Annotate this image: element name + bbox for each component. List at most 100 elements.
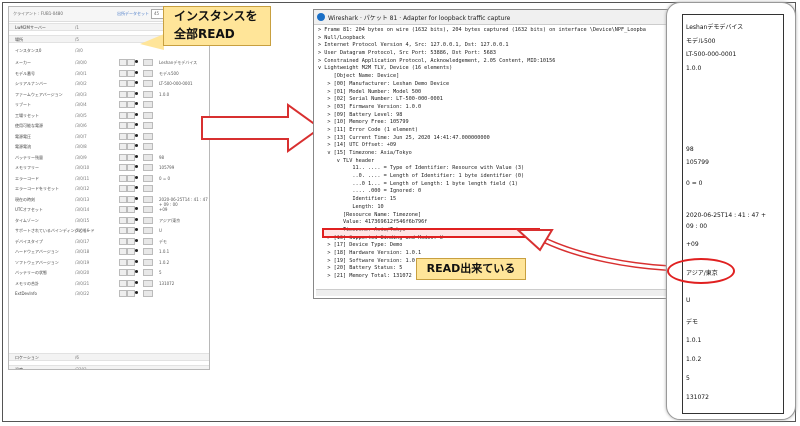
packet-detail-line[interactable]: ..0. .... = Length of Identifier: 1 byte… [318,173,684,181]
action-button[interactable] [143,258,153,266]
action-button[interactable] [127,237,135,245]
action-button[interactable] [143,69,153,77]
action-button[interactable] [119,248,127,255]
action-button[interactable] [119,174,127,182]
packet-detail-line[interactable]: > [00] Manufacturer: Leshan Demo Device [318,81,684,89]
action-button[interactable] [119,206,127,213]
action-button[interactable] [127,132,135,140]
action-button[interactable] [119,69,127,77]
action-button[interactable] [127,101,135,108]
packet-detail-line[interactable]: Value: 417369612f546f6b796f [318,219,684,227]
packet-detail-line[interactable]: > Frame 81: 204 bytes on wire (1632 bits… [318,27,684,35]
action-button[interactable] [119,237,127,245]
packet-detail-line[interactable]: > Constrained Application Protocol, Ackn… [318,58,684,66]
packet-detail-line[interactable]: [Resource Name: Timezone] [318,212,684,220]
action-button[interactable] [143,59,153,66]
action-button[interactable] [127,269,135,276]
object-section[interactable]: 温度/3303 [9,365,209,369]
action-button[interactable] [143,80,153,87]
action-button[interactable] [143,195,153,203]
action-button[interactable] [119,90,127,98]
dataset-link[interactable]: 出所データセット [117,11,149,17]
action-button[interactable] [143,269,153,276]
packet-detail-line[interactable]: > [02] Serial Number: LT-500-000-0001 [318,96,684,104]
action-button[interactable] [143,143,153,150]
action-button[interactable] [143,206,153,213]
action-button[interactable] [127,90,135,98]
action-button[interactable] [143,111,153,119]
action-button[interactable] [119,80,127,87]
read-value: モデル500 [686,38,716,45]
action-button[interactable] [143,290,153,297]
action-button[interactable] [127,143,135,150]
action-button[interactable] [119,59,127,66]
action-button[interactable] [119,111,127,119]
packet-detail-line[interactable]: > [11] Error Code (1 element) [318,127,684,135]
action-button[interactable] [119,164,127,171]
action-button[interactable] [119,290,127,297]
action-button[interactable] [143,279,153,287]
action-button[interactable] [119,101,127,108]
packet-detail-line[interactable]: > [09] Battery Level: 98 [318,112,684,120]
action-button[interactable] [127,227,135,234]
action-button[interactable] [127,248,135,255]
packet-detail-line[interactable]: > Internet Protocol Version 4, Src: 127.… [318,42,684,50]
action-button[interactable] [127,216,135,224]
object-section[interactable]: ロケーション/6 [9,353,209,361]
packet-detail-line[interactable]: > Null/Loopback [318,35,684,43]
action-button[interactable] [127,153,135,161]
action-button[interactable] [119,122,127,129]
action-button[interactable] [143,227,153,234]
packet-detail-line[interactable]: Length: 10 [318,204,684,212]
action-button[interactable] [119,195,127,203]
action-button[interactable] [119,185,127,192]
action-button[interactable] [119,216,127,224]
action-button[interactable] [127,206,135,213]
packet-detail-line[interactable]: .... .000 = Ignored: 0 [318,188,684,196]
action-button[interactable] [143,132,153,140]
action-button[interactable] [143,237,153,245]
packet-detail-line[interactable]: [Object Name: Device] [318,73,684,81]
packet-detail-line[interactable]: > User Datagram Protocol, Src Port: 5388… [318,50,684,58]
packet-detail-line[interactable]: 11.. .... = Type of Identifier: Resource… [318,165,684,173]
packet-detail-line[interactable]: > [13] Current Time: Jun 25, 2020 14:41:… [318,135,684,143]
action-button[interactable] [127,185,135,192]
action-button[interactable] [119,258,127,266]
action-button[interactable] [143,90,153,98]
action-button[interactable] [119,227,127,234]
packet-detail-line[interactable]: > [14] UTC Offset: +09 [318,142,684,150]
packet-detail-line[interactable]: v Lightweight M2M TLV, Device (16 elemen… [318,65,684,73]
action-button[interactable] [127,80,135,87]
action-button[interactable] [127,195,135,203]
action-button[interactable] [127,69,135,77]
action-button[interactable] [127,258,135,266]
action-button[interactable] [143,101,153,108]
action-button[interactable] [143,164,153,171]
action-button[interactable] [119,269,127,276]
packet-detail-line[interactable]: > [03] Firmware Version: 1.0.0 [318,104,684,112]
action-button[interactable] [127,122,135,129]
action-button[interactable] [119,153,127,161]
action-button[interactable] [127,174,135,182]
action-button[interactable] [143,248,153,255]
action-button[interactable] [143,153,153,161]
packet-detail-line[interactable]: Identifier: 15 [318,196,684,204]
action-button[interactable] [127,164,135,171]
action-button[interactable] [143,216,153,224]
action-button[interactable] [143,174,153,182]
packet-detail-line[interactable]: ...0 1... = Length of Length: 1 byte len… [318,181,684,189]
action-button[interactable] [119,132,127,140]
action-button[interactable] [127,59,135,66]
action-button[interactable] [119,279,127,287]
action-button[interactable] [143,185,153,192]
action-button[interactable] [143,122,153,129]
action-button[interactable] [127,279,135,287]
scrollbar[interactable] [316,289,682,296]
packet-detail-line[interactable]: > [01] Model Number: Model 500 [318,89,684,97]
packet-detail-line[interactable]: v TLV header [318,158,684,166]
action-button[interactable] [119,143,127,150]
packet-detail-line[interactable]: > [10] Memory Free: 105799 [318,119,684,127]
action-button[interactable] [127,290,135,297]
action-button[interactable] [127,111,135,119]
packet-detail-line[interactable]: v [15] Timezone: Asia/Tokyo [318,150,684,158]
